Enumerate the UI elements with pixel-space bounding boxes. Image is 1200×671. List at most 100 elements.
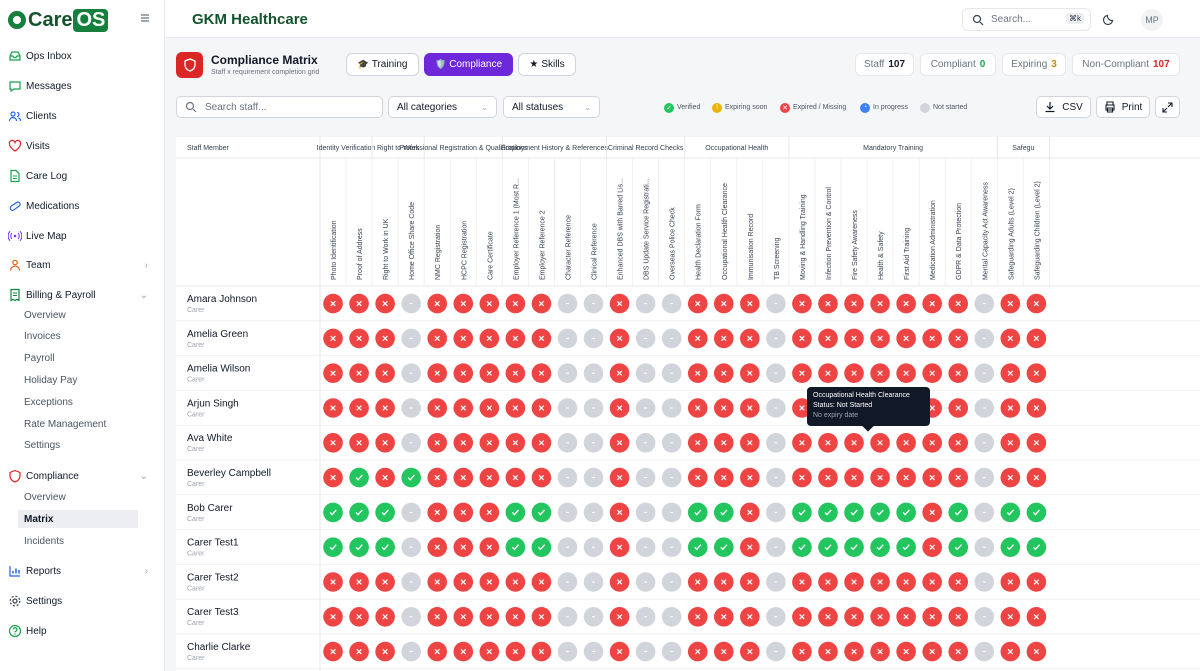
status-cell[interactable] xyxy=(870,467,890,488)
status-cell[interactable] xyxy=(1000,328,1021,349)
status-cell[interactable] xyxy=(401,467,421,488)
status-cell[interactable] xyxy=(818,572,838,592)
status-cell[interactable] xyxy=(635,398,656,418)
status-cell[interactable] xyxy=(427,572,448,592)
status-cell[interactable] xyxy=(375,641,395,662)
status-cell[interactable] xyxy=(818,328,838,349)
status-cell[interactable] xyxy=(401,433,421,453)
status-cell[interactable] xyxy=(713,641,734,662)
staff-name[interactable]: Charlie Clarke xyxy=(187,642,251,653)
status-cell[interactable] xyxy=(1026,502,1047,523)
status-cell[interactable] xyxy=(375,607,395,627)
table-row[interactable]: Ava White Carer xyxy=(176,433,1200,461)
status-cell[interactable] xyxy=(479,293,500,314)
status-cell[interactable] xyxy=(635,572,656,592)
status-cell[interactable] xyxy=(870,363,890,383)
status-cell[interactable] xyxy=(375,433,395,453)
status-cell[interactable] xyxy=(1000,502,1021,523)
status-cell[interactable] xyxy=(505,467,526,488)
status-cell[interactable] xyxy=(427,363,448,383)
status-cell[interactable] xyxy=(896,572,916,592)
sidebar-collapse-icon[interactable] xyxy=(138,12,152,26)
status-cell[interactable] xyxy=(375,293,395,314)
table-row[interactable]: Carer Test1 Carer xyxy=(176,537,1200,565)
status-cell[interactable] xyxy=(349,293,369,314)
status-cell[interactable] xyxy=(479,398,500,418)
status-cell[interactable] xyxy=(401,537,421,557)
status-cell[interactable] xyxy=(818,502,838,523)
status-cell[interactable] xyxy=(557,363,578,383)
sidebar-subitem-billing-exceptions[interactable]: Exceptions xyxy=(18,393,138,411)
status-cell[interactable] xyxy=(687,363,708,383)
status-cell[interactable] xyxy=(896,433,916,453)
status-cell[interactable] xyxy=(948,363,969,383)
status-cell[interactable] xyxy=(661,328,682,349)
status-cell[interactable] xyxy=(531,572,552,592)
status-cell[interactable] xyxy=(349,328,369,349)
status-cell[interactable] xyxy=(453,502,474,523)
status-cell[interactable] xyxy=(427,641,448,662)
status-cell[interactable] xyxy=(479,363,500,383)
status-cell[interactable] xyxy=(557,328,578,349)
status-cell[interactable] xyxy=(1000,467,1021,488)
status-cell[interactable] xyxy=(844,607,864,627)
status-cell[interactable] xyxy=(740,398,760,418)
status-cell[interactable] xyxy=(375,328,395,349)
status-cell[interactable] xyxy=(687,398,708,418)
status-cell[interactable] xyxy=(844,433,864,453)
status-cell[interactable] xyxy=(713,433,734,453)
status-cell[interactable] xyxy=(922,641,942,662)
status-cell[interactable] xyxy=(661,607,682,627)
staff-name[interactable]: Bob Carer xyxy=(187,503,233,514)
status-cell[interactable] xyxy=(1026,433,1047,453)
status-cell[interactable] xyxy=(635,363,656,383)
status-cell[interactable] xyxy=(766,363,786,383)
status-cell[interactable] xyxy=(687,537,708,557)
status-cell[interactable] xyxy=(427,328,448,349)
status-cell[interactable] xyxy=(349,467,369,488)
status-cell[interactable] xyxy=(1000,293,1021,314)
status-cell[interactable] xyxy=(375,467,395,488)
status-cell[interactable] xyxy=(531,641,552,662)
status-cell[interactable] xyxy=(583,607,604,627)
sidebar-item-visits[interactable]: Visits xyxy=(0,135,160,157)
status-cell[interactable] xyxy=(766,572,786,592)
staff-name[interactable]: Amelia Wilson xyxy=(187,364,250,375)
status-cell[interactable] xyxy=(531,607,552,627)
status-cell[interactable] xyxy=(479,607,500,627)
status-cell[interactable] xyxy=(713,363,734,383)
status-cell[interactable] xyxy=(427,537,448,557)
status-cell[interactable] xyxy=(661,641,682,662)
status-cell[interactable] xyxy=(818,537,838,557)
status-cell[interactable] xyxy=(323,363,343,383)
status-cell[interactable] xyxy=(557,433,578,453)
status-cell[interactable] xyxy=(974,398,995,418)
status-cell[interactable] xyxy=(583,433,604,453)
status-cell[interactable] xyxy=(453,467,474,488)
status-cell[interactable] xyxy=(818,293,838,314)
status-cell[interactable] xyxy=(792,363,812,383)
status-cell[interactable] xyxy=(531,433,552,453)
status-cell[interactable] xyxy=(505,293,526,314)
status-cell[interactable] xyxy=(818,467,838,488)
status-cell[interactable] xyxy=(323,328,343,349)
status-cell[interactable] xyxy=(453,433,474,453)
status-cell[interactable] xyxy=(1026,398,1047,418)
status-cell[interactable] xyxy=(766,537,786,557)
status-cell[interactable] xyxy=(323,293,343,314)
status-cell[interactable] xyxy=(349,502,369,523)
status-cell[interactable] xyxy=(609,433,630,453)
status-cell[interactable] xyxy=(323,607,343,627)
status-cell[interactable] xyxy=(609,293,630,314)
status-cell[interactable] xyxy=(661,398,682,418)
status-cell[interactable] xyxy=(427,607,448,627)
staff-name[interactable]: Carer Test1 xyxy=(187,538,239,549)
status-cell[interactable] xyxy=(844,363,864,383)
status-cell[interactable] xyxy=(505,433,526,453)
staff-name[interactable]: Arjun Singh xyxy=(187,398,239,409)
status-cell[interactable] xyxy=(792,328,812,349)
status-cell[interactable] xyxy=(323,467,343,488)
status-cell[interactable] xyxy=(323,641,343,662)
status-cell[interactable] xyxy=(896,537,916,557)
status-cell[interactable] xyxy=(896,502,916,523)
